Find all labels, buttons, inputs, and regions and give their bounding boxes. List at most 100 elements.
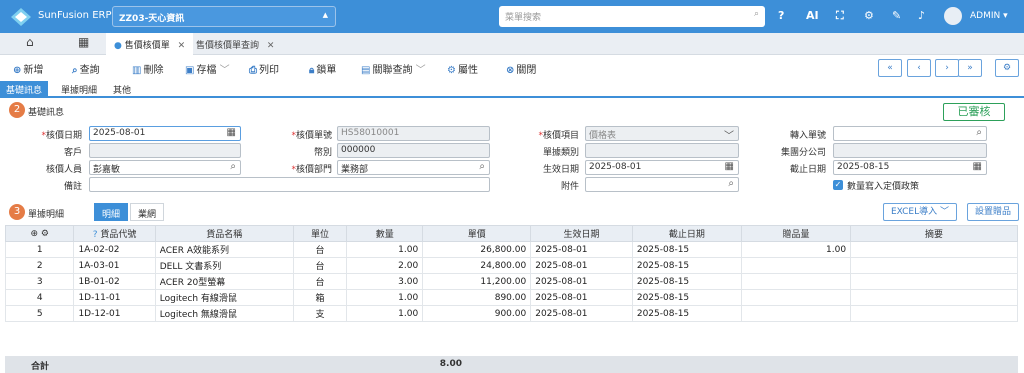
unit-price[interactable]: 11,200.00	[422, 273, 532, 290]
company-select[interactable]: ZZ03-天心資訊 ▲	[112, 6, 336, 27]
print-button[interactable]: ⎙ 列印	[249, 61, 279, 76]
unit[interactable]: 台	[292, 241, 348, 258]
unit-price[interactable]: 900.00	[422, 305, 532, 322]
dept-field[interactable]: 業務部 ⌕	[337, 160, 490, 175]
menu-search-input[interactable]: 菜單搜索 ⌕	[499, 6, 765, 27]
search-icon[interactable]: ⌕	[728, 178, 734, 189]
eff-date[interactable]: 2025-08-01	[530, 289, 633, 306]
next-page-button[interactable]: ›	[935, 59, 959, 77]
add-button[interactable]: ⊕ 新增	[13, 61, 43, 76]
related-query-button[interactable]: ▤ 關聯查詢 ﹀	[361, 61, 426, 76]
first-page-button[interactable]: «	[878, 59, 902, 77]
set-gift-button[interactable]: 設置贈品	[967, 203, 1019, 221]
add-row-icon[interactable]: ⊕	[30, 229, 38, 239]
table-row[interactable]: 3 1B-01-02 ACER 20型螢幕 台 3.00 11,200.00 2…	[4, 273, 1018, 290]
transfer-field[interactable]: ⌕	[833, 126, 987, 141]
end-date-field[interactable]: 2025-08-15 ▦	[833, 160, 987, 175]
summary[interactable]	[850, 305, 1018, 322]
subtab-other[interactable]: 其他	[107, 81, 137, 96]
close-icon[interactable]: ✕	[178, 41, 186, 51]
settings-icon[interactable]: ⚙	[995, 59, 1019, 77]
search-icon[interactable]: ⌕	[976, 127, 982, 138]
eff-date-field[interactable]: 2025-08-01 ▦	[585, 160, 739, 175]
end-date[interactable]: 2025-08-15	[631, 241, 742, 258]
gift-qty[interactable]	[740, 257, 852, 274]
subtab-details[interactable]: 單據明細	[55, 81, 103, 96]
end-date[interactable]: 2025-08-15	[631, 257, 742, 274]
unit-price[interactable]: 26,800.00	[422, 241, 532, 258]
quantity[interactable]: 2.00	[346, 257, 424, 274]
unit-price[interactable]: 890.00	[422, 289, 532, 306]
unit-price[interactable]: 24,800.00	[422, 257, 532, 274]
qty-policy-checkbox[interactable]: ✓	[833, 180, 843, 190]
tab-price-query[interactable]: 售價核價單查詢 ✕	[188, 33, 282, 55]
item-code[interactable]: 1D-12-01	[73, 305, 156, 322]
end-date[interactable]: 2025-08-15	[631, 305, 742, 322]
item-code[interactable]: 1D-11-01	[73, 289, 156, 306]
help-icon[interactable]: ?	[778, 9, 784, 22]
calendar-icon[interactable]: ▦	[227, 127, 236, 138]
prev-page-button[interactable]: ‹	[907, 59, 931, 77]
quantity[interactable]: 3.00	[346, 273, 424, 290]
person-field[interactable]: 彭嘉敏 ⌕	[89, 160, 241, 175]
gift-qty[interactable]	[740, 273, 852, 290]
last-page-button[interactable]: »	[958, 59, 982, 77]
end-date[interactable]: 2025-08-15	[631, 273, 742, 290]
summary[interactable]	[850, 241, 1018, 258]
calendar-icon[interactable]: ▦	[973, 161, 982, 172]
table-row[interactable]: 4 1D-11-01 Logitech 有線滑鼠 箱 1.00 890.00 2…	[4, 289, 1018, 306]
gift-qty[interactable]	[740, 289, 852, 306]
gift-qty[interactable]: 1.00	[740, 241, 852, 258]
bell-icon[interactable]: ♪	[918, 9, 925, 22]
quantity[interactable]: 1.00	[346, 241, 424, 258]
price-date-field[interactable]: 2025-08-01 ▦	[89, 126, 241, 141]
summary[interactable]	[850, 289, 1018, 306]
quantity[interactable]: 1.00	[346, 289, 424, 306]
table-row[interactable]: 2 1A-03-01 DELL 文書系列 台 2.00 24,800.00 20…	[4, 257, 1018, 274]
properties-button[interactable]: ⚙ 屬性	[447, 61, 478, 76]
end-date[interactable]: 2025-08-15	[631, 289, 742, 306]
gift-qty[interactable]	[740, 305, 852, 322]
calendar-icon[interactable]: ▦	[725, 161, 734, 172]
item-name[interactable]: Logitech 無線滑鼠	[154, 305, 294, 322]
lock-button[interactable]: 🔒︎ 鎖單	[309, 61, 336, 76]
item-name[interactable]: Logitech 有線滑鼠	[154, 289, 294, 306]
item-name[interactable]: ACER 20型螢幕	[154, 273, 294, 290]
save-button[interactable]: ▣ 存檔 ﹀	[185, 61, 230, 76]
search-icon[interactable]: ⌕	[754, 9, 759, 19]
tab-detail[interactable]: 明細	[94, 203, 129, 221]
item-code[interactable]: 1B-01-02	[73, 273, 156, 290]
unit[interactable]: 箱	[292, 289, 348, 306]
unit[interactable]: 台	[292, 273, 348, 290]
search-icon[interactable]: ⌕	[479, 161, 485, 172]
home-icon[interactable]: ⌂	[18, 33, 42, 55]
eff-date[interactable]: 2025-08-01	[530, 257, 633, 274]
theme-icon[interactable]: ✎	[892, 9, 901, 22]
grid-icon[interactable]: ▦	[70, 33, 97, 55]
avatar[interactable]	[944, 7, 962, 25]
table-row[interactable]: 5 1D-12-01 Logitech 無線滑鼠 支 1.00 900.00 2…	[4, 305, 1018, 322]
eff-date[interactable]: 2025-08-01	[530, 273, 633, 290]
summary[interactable]	[850, 257, 1018, 274]
item-code[interactable]: 1A-02-02	[73, 241, 156, 258]
ai-icon[interactable]: AI	[806, 9, 819, 22]
eff-date[interactable]: 2025-08-01	[530, 241, 633, 258]
item-name[interactable]: ACER A效能系列	[154, 241, 294, 258]
eff-date[interactable]: 2025-08-01	[530, 305, 633, 322]
gear-icon[interactable]: ⚙	[41, 229, 49, 239]
item-select[interactable]: 價格表 ﹀	[585, 126, 739, 142]
summary[interactable]	[850, 273, 1018, 290]
unit[interactable]: 台	[292, 257, 348, 274]
doc-type-field[interactable]	[585, 143, 739, 158]
query-button[interactable]: ⌕ 查詢	[72, 61, 100, 76]
gear-icon[interactable]: ⚙	[864, 9, 874, 22]
help-icon[interactable]: ?	[93, 230, 98, 240]
unit[interactable]: 支	[292, 305, 348, 322]
delete-button[interactable]: ▥ 刪除	[132, 61, 163, 76]
customer-field[interactable]	[89, 143, 241, 158]
tab-rules[interactable]: 業網	[130, 203, 165, 221]
item-code[interactable]: 1A-03-01	[73, 257, 156, 274]
subtab-basic[interactable]: 基礎訊息	[0, 81, 49, 96]
doc-no-field[interactable]: HS58010001	[337, 126, 490, 141]
table-row[interactable]: 1 1A-02-02 ACER A效能系列 台 1.00 26,800.00 2…	[4, 241, 1018, 258]
